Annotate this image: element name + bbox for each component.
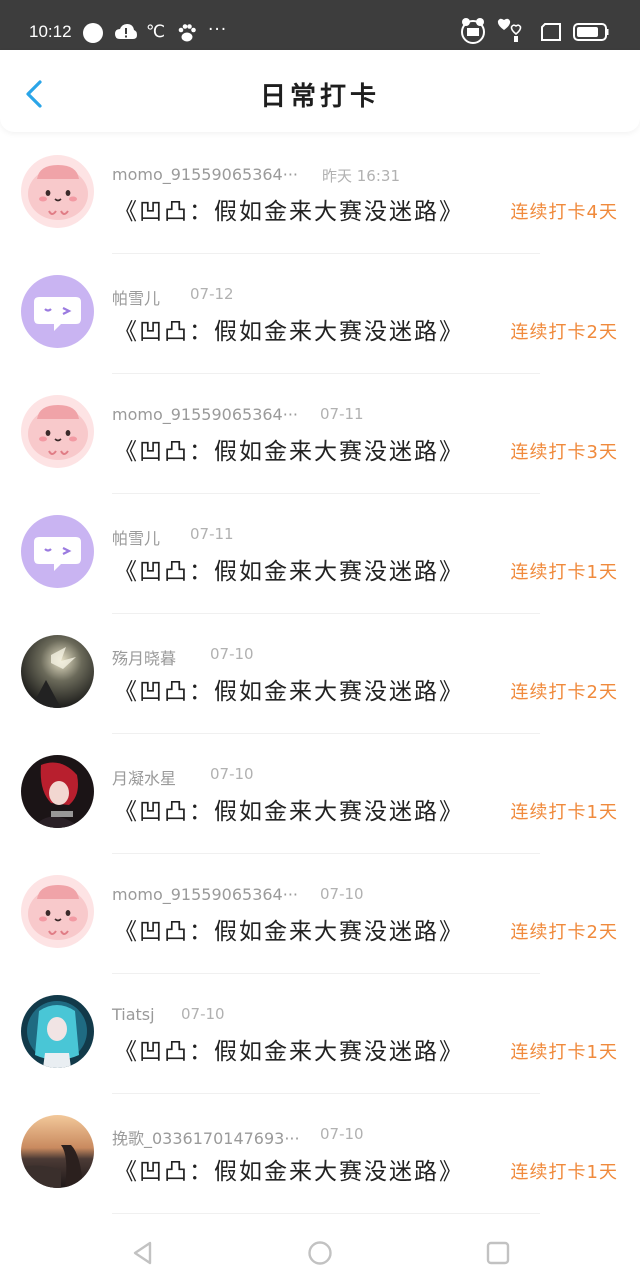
- checkin-row[interactable]: momo_91559065364··· 07-10 《凹凸：假如金来大赛没迷路》 连续…: [0, 860, 640, 980]
- checkin-date: 昨天 16:31: [322, 167, 400, 185]
- streak-badge: 连续打卡1天: [510, 1162, 618, 1183]
- page-title: 日常打卡: [259, 82, 380, 112]
- row-divider: [112, 373, 540, 374]
- checkin-row[interactable]: 帕雪儿 07-11 《凹凸：假如金来大赛没迷路》 连续打卡1天: [0, 500, 640, 620]
- streak-badge: 连续打卡4天: [510, 202, 618, 223]
- checkin-date: 07-10: [210, 765, 254, 783]
- avatar[interactable]: [21, 875, 94, 948]
- checkin-content[interactable]: 《凹凸：假如金来大赛没迷路》: [114, 1032, 464, 1066]
- row-divider: [112, 853, 540, 854]
- username[interactable]: momo_91559065364···: [112, 405, 298, 424]
- streak-badge: 连续打卡1天: [510, 802, 618, 823]
- row-divider: [112, 493, 540, 494]
- cloud-alert-icon: [115, 24, 137, 39]
- checkin-content[interactable]: 《凹凸：假如金来大赛没迷路》: [114, 432, 464, 466]
- checkin-date: 07-10: [320, 1125, 364, 1143]
- checkin-row[interactable]: 帕雪儿 07-12 《凹凸：假如金来大赛没迷路》 连续打卡2天: [0, 260, 640, 380]
- avatar[interactable]: [21, 1115, 94, 1188]
- avatar[interactable]: [21, 755, 94, 828]
- avatar[interactable]: [21, 995, 94, 1068]
- row-divider: [112, 973, 540, 974]
- row-divider: [112, 1213, 540, 1214]
- username[interactable]: 挽歌_0336170147693···: [112, 1125, 300, 1149]
- checkin-content[interactable]: 《凹凸：假如金来大赛没迷路》: [114, 192, 464, 226]
- checkin-row[interactable]: Tiatsj 07-10 《凹凸：假如金来大赛没迷路》 连续打卡1天: [0, 980, 640, 1100]
- streak-badge: 连续打卡2天: [510, 322, 618, 343]
- checkin-content[interactable]: 《凹凸：假如金来大赛没迷路》: [114, 792, 464, 826]
- username[interactable]: 帕雪儿: [112, 285, 160, 309]
- checkin-date: 07-10: [181, 1005, 225, 1023]
- streak-badge: 连续打卡2天: [510, 922, 618, 943]
- checkin-list[interactable]: momo_91559065364··· 昨天 16:31 《凹凸：假如金来大赛没迷路…: [0, 140, 640, 1220]
- status-time: 10:12: [29, 22, 72, 41]
- battery-icon: [573, 23, 609, 41]
- checkin-row[interactable]: momo_91559065364··· 07-11 《凹凸：假如金来大赛没迷路》 连续…: [0, 380, 640, 500]
- chat-bubble-icon: [83, 23, 103, 43]
- checkin-content[interactable]: 《凹凸：假如金来大赛没迷路》: [114, 552, 464, 586]
- username[interactable]: Tiatsj: [112, 1005, 155, 1024]
- streak-badge: 连续打卡3天: [510, 442, 618, 463]
- checkin-content[interactable]: 《凹凸：假如金来大赛没迷路》: [114, 1152, 464, 1186]
- checkin-row[interactable]: 殇月晓暮 07-10 《凹凸：假如金来大赛没迷路》 连续打卡2天: [0, 620, 640, 740]
- streak-badge: 连续打卡1天: [510, 1042, 618, 1063]
- checkin-date: 07-10: [210, 645, 254, 663]
- app-badge-icon: [461, 18, 485, 44]
- checkin-date: 07-11: [320, 405, 364, 423]
- paw-icon: [178, 24, 196, 42]
- streak-badge: 连续打卡1天: [510, 562, 618, 583]
- row-divider: [112, 613, 540, 614]
- checkin-date: 07-10: [320, 885, 364, 903]
- checkin-row[interactable]: 挽歌_0336170147693··· 07-10 《凹凸：假如金来大赛没迷路》 连续…: [0, 1100, 640, 1220]
- checkin-date: 07-12: [190, 285, 234, 303]
- username[interactable]: 月凝水星: [112, 765, 176, 789]
- home-circle-icon[interactable]: [307, 1240, 333, 1266]
- username[interactable]: 殇月晓暮: [112, 645, 176, 669]
- heart-app-icon: [497, 18, 522, 42]
- avatar[interactable]: [21, 395, 94, 468]
- more-notifications: ···: [208, 20, 228, 40]
- row-divider: [112, 253, 540, 254]
- recents-square-icon[interactable]: [485, 1240, 511, 1266]
- sim-icon: [541, 23, 561, 41]
- avatar[interactable]: [21, 635, 94, 708]
- avatar[interactable]: [21, 275, 94, 348]
- status-bar: 10:12 ℃ ···: [0, 0, 640, 50]
- streak-badge: 连续打卡2天: [510, 682, 618, 703]
- username[interactable]: momo_91559065364···: [112, 885, 298, 904]
- avatar[interactable]: [21, 515, 94, 588]
- checkin-content[interactable]: 《凹凸：假如金来大赛没迷路》: [114, 912, 464, 946]
- row-divider: [112, 1093, 540, 1094]
- checkin-content[interactable]: 《凹凸：假如金来大赛没迷路》: [114, 312, 464, 346]
- checkin-date: 07-11: [190, 525, 234, 543]
- username[interactable]: momo_91559065364···: [112, 165, 298, 184]
- header: 日常打卡: [0, 50, 640, 132]
- back-triangle-icon[interactable]: [130, 1240, 156, 1266]
- checkin-row[interactable]: 月凝水星 07-10 《凹凸：假如金来大赛没迷路》 连续打卡1天: [0, 740, 640, 860]
- navigation-bar: [0, 1222, 640, 1280]
- row-divider: [112, 733, 540, 734]
- checkin-content[interactable]: 《凹凸：假如金来大赛没迷路》: [114, 672, 464, 706]
- username[interactable]: 帕雪儿: [112, 525, 160, 549]
- temperature-unit: ℃: [146, 22, 166, 42]
- checkin-row[interactable]: momo_91559065364··· 昨天 16:31 《凹凸：假如金来大赛没迷路…: [0, 140, 640, 260]
- avatar[interactable]: [21, 155, 94, 228]
